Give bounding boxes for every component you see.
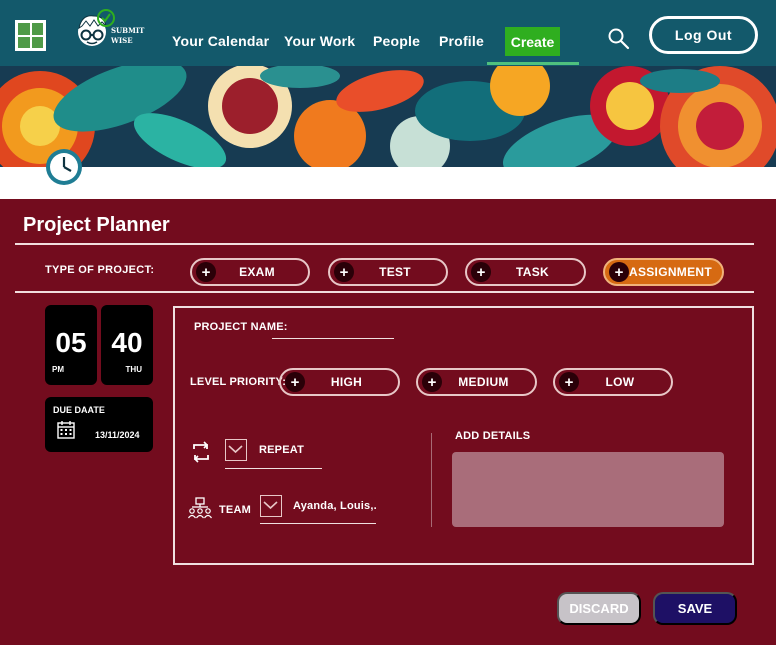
nav-link-people[interactable]: People [373, 33, 420, 49]
plus-icon: + [471, 262, 491, 282]
plus-icon: + [422, 372, 442, 392]
project-type-label: TYPE OF PROJECT: [45, 264, 155, 276]
priority-pill-medium[interactable]: + MEDIUM [416, 368, 537, 396]
type-pill-label: EXAM [239, 265, 275, 279]
add-details-textarea[interactable] [452, 452, 724, 527]
type-divider [15, 291, 754, 293]
plus-icon: + [285, 372, 305, 392]
due-date-value: 13/11/2024 [95, 430, 140, 440]
save-button[interactable]: SAVE [653, 592, 737, 625]
team-value[interactable]: Ayanda, Louis,. [293, 500, 377, 512]
nav-link-your-calendar[interactable]: Your Calendar [172, 33, 269, 49]
logout-button[interactable]: Log Out [649, 16, 758, 54]
day-value: THU [125, 365, 142, 374]
nav-create-button[interactable]: Create [505, 27, 560, 56]
chevron-down-icon [263, 501, 278, 510]
team-icon [188, 497, 212, 519]
priority-pill-low[interactable]: + LOW [553, 368, 673, 396]
page-title: Project Planner [23, 214, 170, 236]
plus-icon: + [196, 262, 216, 282]
chevron-down-icon [228, 445, 243, 454]
plus-icon: + [609, 262, 629, 282]
brand-wordmark[interactable]: SUBMIT WISE [111, 26, 144, 46]
team-dropdown-toggle[interactable] [260, 495, 282, 517]
plus-icon: + [334, 262, 354, 282]
project-name-underline [272, 338, 394, 339]
type-pill-label: TEST [379, 265, 411, 279]
brand-line-2: WISE [111, 36, 133, 45]
calendar-icon [57, 421, 75, 439]
type-pill-exam[interactable]: + EXAM [190, 258, 310, 286]
clock-icon [46, 149, 82, 185]
priority-label: LEVEL PRIORITY: [190, 376, 287, 388]
type-pill-label: ASSIGNMENT [628, 265, 712, 279]
search-icon[interactable] [606, 26, 630, 50]
priority-pill-label: MEDIUM [458, 375, 509, 389]
repeat-underline [225, 468, 322, 469]
priority-pill-high[interactable]: + HIGH [279, 368, 400, 396]
priority-pill-label: HIGH [330, 375, 363, 389]
banner-art [0, 66, 776, 167]
plus-icon: + [559, 372, 579, 392]
active-nav-indicator [487, 62, 579, 65]
team-label: TEAM [219, 504, 251, 516]
type-pill-test[interactable]: + TEST [328, 258, 448, 286]
repeat-dropdown-toggle[interactable] [225, 439, 247, 461]
due-date-box[interactable]: DUE DAATE 13/11/2024 [45, 397, 153, 452]
banner-white-strip [0, 167, 776, 199]
type-pill-task[interactable]: + TASK [465, 258, 586, 286]
type-pill-assignment[interactable]: + ASSIGNMENT [603, 258, 724, 286]
hour-box[interactable]: 05 PM [45, 305, 97, 385]
minute-box[interactable]: 40 THU [101, 305, 153, 385]
discard-button[interactable]: DISCARD [557, 592, 641, 625]
form-column-divider [431, 433, 432, 527]
add-details-label: ADD DETAILS [455, 430, 531, 442]
priority-pill-label: LOW [605, 375, 635, 389]
top-nav: SUBMIT WISE Your Calendar Your Work Peop… [0, 0, 776, 66]
period-value: PM [52, 365, 64, 374]
repeat-label: REPEAT [259, 444, 305, 456]
repeat-icon [193, 441, 209, 463]
decorative-banner [0, 66, 776, 167]
project-name-label: PROJECT NAME: [194, 321, 288, 333]
nav-link-profile[interactable]: Profile [439, 33, 484, 49]
nav-link-your-work[interactable]: Your Work [284, 33, 355, 49]
type-pill-label: TASK [516, 265, 549, 279]
team-underline [260, 523, 376, 524]
hour-value: 05 [55, 327, 87, 358]
title-divider [15, 243, 754, 245]
due-date-label: DUE DAATE [53, 405, 105, 415]
brand-line-1: SUBMIT [111, 26, 145, 35]
app-grid-logo-icon[interactable] [15, 20, 46, 51]
minute-value: 40 [111, 327, 143, 358]
